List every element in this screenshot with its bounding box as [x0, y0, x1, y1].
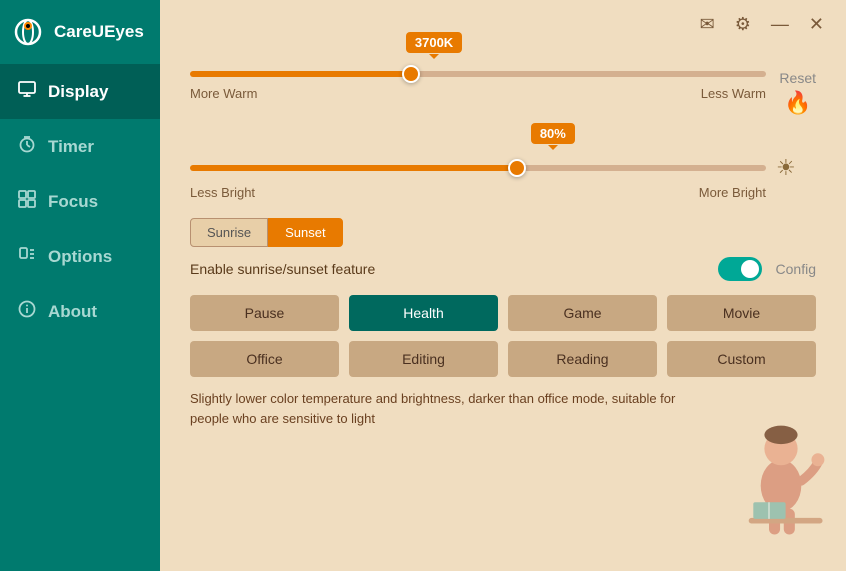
sidebar-item-options-label: Options: [48, 247, 112, 267]
mode-game-button[interactable]: Game: [508, 295, 657, 331]
sidebar-item-timer-label: Timer: [48, 137, 94, 157]
reset-link[interactable]: Reset: [779, 70, 816, 86]
temperature-slider-section: 3700K More Warm Less Warm: [190, 32, 816, 101]
mode-health-button[interactable]: Health: [349, 295, 498, 331]
display-icon: [18, 80, 36, 103]
app-header: CareUEyes: [0, 0, 160, 64]
mode-editing-button[interactable]: Editing: [349, 341, 498, 377]
more-warm-label: More Warm: [190, 86, 257, 101]
enable-right: Config: [718, 257, 816, 281]
mode-description: Slightly lower color temperature and bri…: [190, 389, 710, 428]
main-panel: ✉ ⚙ — ✕ Reset 🔥 3700K More Warm Less War…: [160, 0, 846, 571]
sidebar-item-about[interactable]: About: [0, 284, 160, 339]
temp-bubble-wrapper: 3700K: [190, 32, 816, 62]
enable-row: Enable sunrise/sunset feature Config: [190, 257, 816, 281]
focus-icon: [18, 190, 36, 213]
less-warm-label: Less Warm: [701, 86, 766, 101]
brightness-slider-section: 80% ☀ Less Bright More Bright: [190, 123, 816, 200]
sidebar-item-options[interactable]: Options: [0, 229, 160, 284]
mode-custom-button[interactable]: Custom: [667, 341, 816, 377]
bright-bubble-wrapper: 80%: [190, 123, 816, 153]
reset-area: Reset 🔥: [779, 70, 816, 116]
sidebar-item-display[interactable]: Display: [0, 64, 160, 119]
decorative-figure: [726, 421, 836, 541]
enable-toggle[interactable]: [718, 257, 762, 281]
sunrise-sunset-section: Sunrise Sunset: [190, 218, 816, 247]
temperature-slider[interactable]: [190, 71, 766, 77]
sidebar: CareUEyes Display Timer Focus Options Ab…: [0, 0, 160, 571]
temp-value-bubble: 3700K: [406, 32, 462, 53]
bright-slider-row: ☀: [190, 155, 816, 181]
mode-movie-button[interactable]: Movie: [667, 295, 816, 331]
mode-office-button[interactable]: Office: [190, 341, 339, 377]
mode-buttons: Pause Health Game Movie Office Editing R…: [190, 295, 816, 377]
more-bright-label: More Bright: [699, 185, 766, 200]
config-link[interactable]: Config: [776, 261, 816, 277]
sidebar-item-timer[interactable]: Timer: [0, 119, 160, 174]
sidebar-item-focus-label: Focus: [48, 192, 98, 212]
sunrise-button[interactable]: Sunrise: [190, 218, 268, 247]
about-icon: [18, 300, 36, 323]
brightness-slider[interactable]: [190, 165, 766, 171]
temp-slider-labels: More Warm Less Warm: [190, 86, 766, 101]
app-logo-icon: [12, 16, 44, 48]
enable-label: Enable sunrise/sunset feature: [190, 261, 375, 277]
less-bright-label: Less Bright: [190, 185, 255, 200]
sidebar-item-display-label: Display: [48, 82, 108, 102]
bright-value-bubble: 80%: [531, 123, 575, 144]
timer-icon: [18, 135, 36, 158]
options-icon: [18, 245, 36, 268]
sunset-button[interactable]: Sunset: [268, 218, 342, 247]
mode-reading-button[interactable]: Reading: [508, 341, 657, 377]
app-title: CareUEyes: [54, 22, 144, 42]
bright-slider-labels: Less Bright More Bright: [190, 185, 766, 200]
mode-pause-button[interactable]: Pause: [190, 295, 339, 331]
flame-icon: 🔥: [784, 90, 811, 116]
sidebar-item-about-label: About: [48, 302, 97, 322]
brightness-icon: ☀: [776, 155, 796, 181]
sidebar-item-focus[interactable]: Focus: [0, 174, 160, 229]
